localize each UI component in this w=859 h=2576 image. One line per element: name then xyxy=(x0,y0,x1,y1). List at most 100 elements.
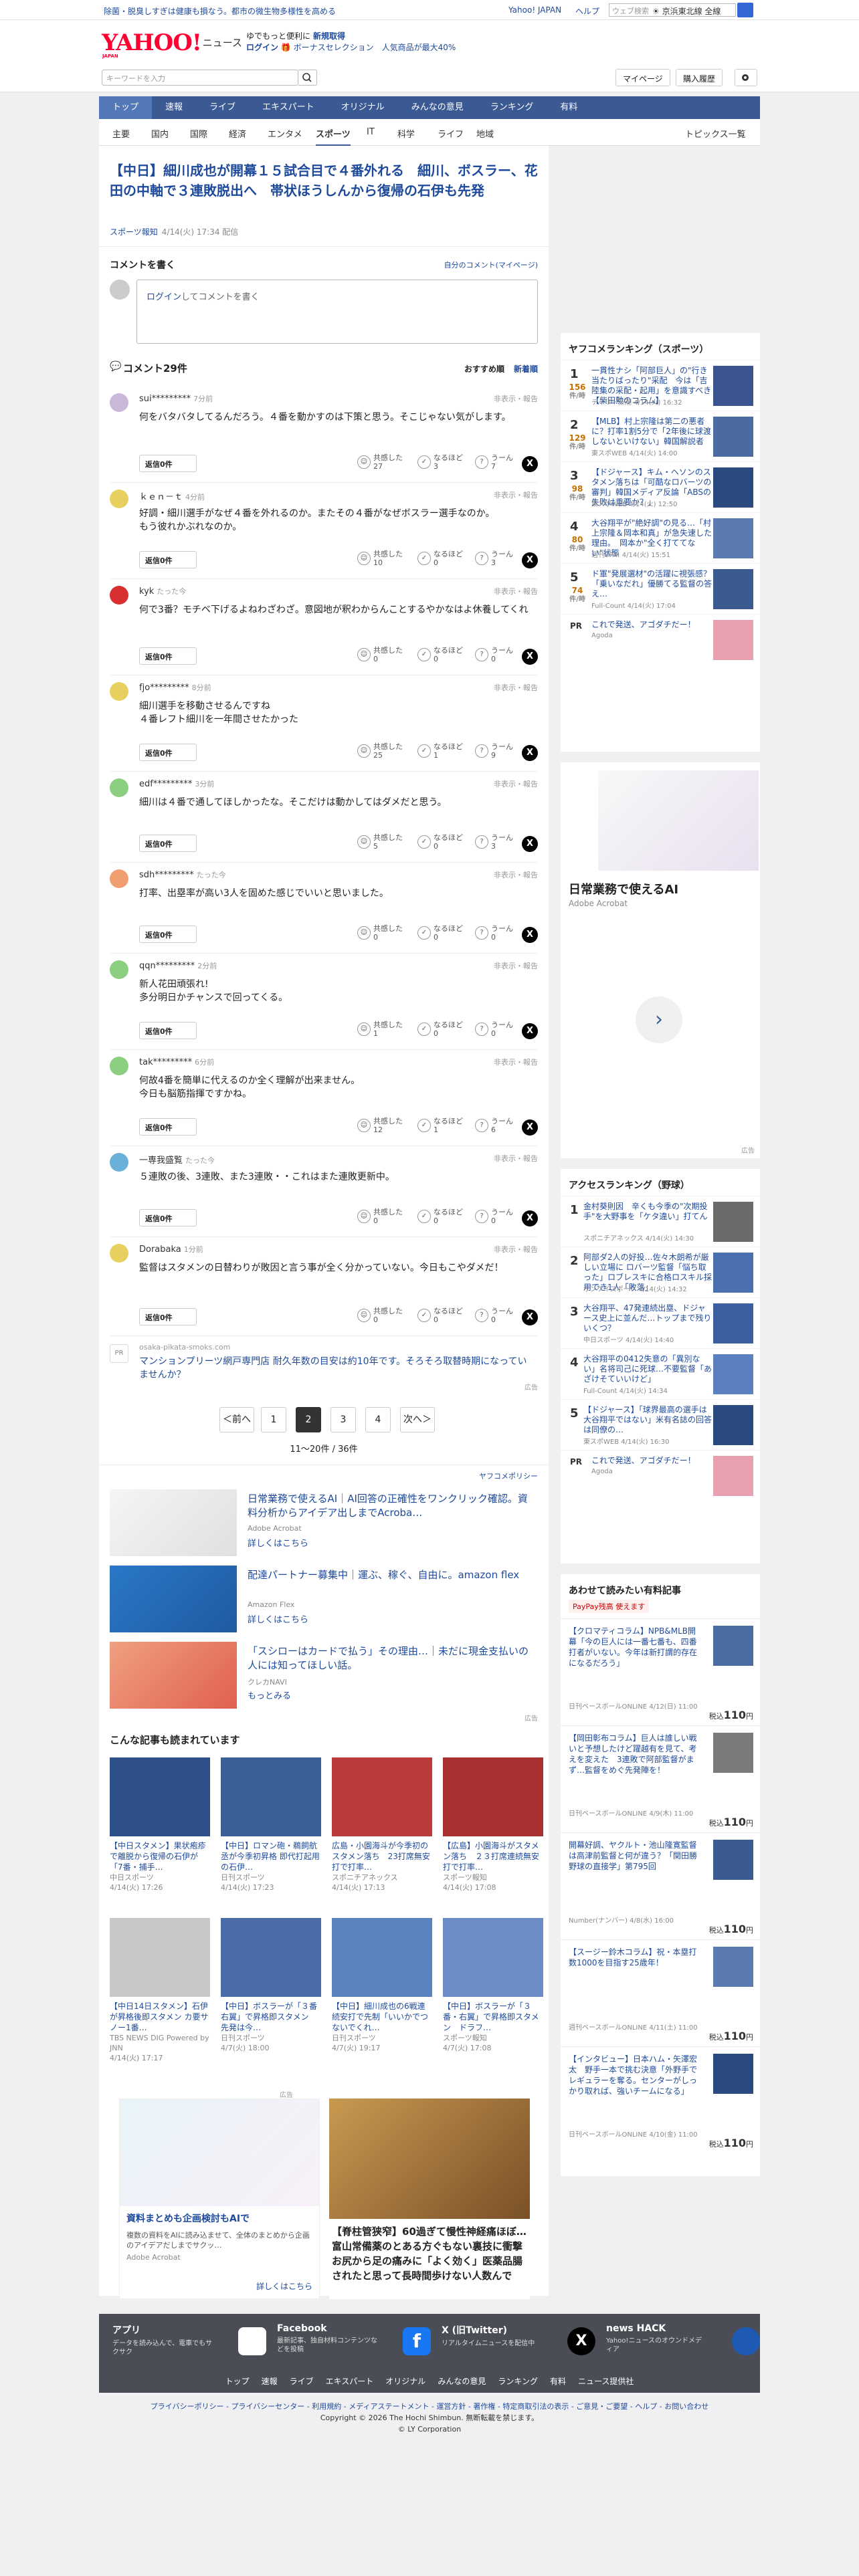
reply-button[interactable]: 返信0件 xyxy=(139,647,197,665)
related-article[interactable]: 【中日】ロマン砲・鵜飼航丞が今季初昇格 即代打起用の石伊… 日刊スポーツ 4/14(… xyxy=(221,1757,321,1893)
comment-ad[interactable]: PR osaka-pikata-smoks.com マンションプリーツ網戸専門店… xyxy=(110,1343,538,1392)
ad-title[interactable]: 日常業務で使えるAI｜AI回答の正確性をワンクリック確認。資料分析からアイデア出… xyxy=(248,1492,535,1520)
nav-tab-top[interactable]: トップ xyxy=(99,96,153,119)
ad-more-link[interactable]: 詳しくはこちら xyxy=(248,1536,308,1549)
reply-button[interactable]: 返信0件 xyxy=(139,744,197,761)
comment-author[interactable]: 一専我盛覧 たった今 xyxy=(139,1153,215,1166)
article-title[interactable]: 【中日】細川成也が開幕１５試合目で４番外れる 細川、ボスラー、花田の中軸で３連敗… xyxy=(110,160,538,201)
reply-button[interactable]: 返信0件 xyxy=(139,455,197,472)
comment-author[interactable]: sui********* 7分前 xyxy=(139,393,213,404)
like-button[interactable]: ☺ 共感した 0 xyxy=(357,1307,403,1324)
article-title[interactable]: 【中日】ボスラーが「３番・右翼」で昇格即スタメン ドラフ… xyxy=(443,2001,543,2033)
comment-input[interactable]: ログインしてコメントを書く xyxy=(136,280,538,344)
reply-button[interactable]: 返信0件 xyxy=(139,551,197,568)
hmm-button[interactable]: ? うーん 0 xyxy=(475,1307,513,1324)
bottom-ad-acrobat[interactable]: 資料まとめも企画検討もAIで 複数の資料をAIに読み込ませて、全体のまとめから企… xyxy=(119,2099,320,2299)
article-title[interactable]: 広島・小園海斗が今季初のスタメン落ち 23打席無安打で打率… xyxy=(332,1840,432,1872)
x-share-icon[interactable]: X xyxy=(522,927,538,943)
ranking-item[interactable]: 2 129 件/時 【MLB】村上宗隆は第二の悪者に？打率1割5分で「2年後に球渡しな… xyxy=(561,411,760,461)
nav-tab-opinions[interactable]: みんなの意見 xyxy=(398,96,477,119)
footer-facebook[interactable]: Facebook 最新記事、独自材料コンテンツなどを投稿 f xyxy=(277,2323,438,2355)
page-button-current[interactable]: 2 xyxy=(296,1407,321,1432)
nav-tab-paid[interactable]: 有料 xyxy=(547,96,591,119)
hmm-button[interactable]: ? うーん 0 xyxy=(475,1208,513,1225)
ad-more-link[interactable]: もっとみる xyxy=(248,1689,291,1701)
hide-report-link[interactable]: 非表示・報告 xyxy=(494,1153,538,1164)
reply-button[interactable]: 返信0件 xyxy=(139,1022,197,1039)
nav-tab-breaking[interactable]: 速報 xyxy=(152,96,196,119)
sponsored-item[interactable]: 日常業務で使えるAI｜AI回答の正確性をワンクリック確認。資料分析からアイデア出… xyxy=(110,1489,538,1563)
hide-report-link[interactable]: 非表示・報告 xyxy=(494,682,538,693)
article-title[interactable]: 【広島】小園海斗がスタメン落ち ２３打席連続無安打で打率… xyxy=(443,1840,543,1872)
paid-title[interactable]: 【クロマティコラム】NPB&MLB開幕「今の巨人には一番七番も、四番打者がいない… xyxy=(569,1626,701,1669)
access-item[interactable]: 2 阿部ダ2人の好投…佐々木朗希が厳しい立場に ロバーツ監督「悩ち取った」ロブレス… xyxy=(561,1247,760,1297)
topics-list-link[interactable]: トピックス一覧 xyxy=(685,127,746,140)
rank-title[interactable]: これで発送、アゴダチだー！ xyxy=(591,1456,712,1466)
ok-button[interactable]: ✓ なるほど 0 xyxy=(417,833,463,851)
ad-more-link[interactable]: 詳しくはこちら xyxy=(256,2280,312,2292)
hide-report-link[interactable]: 非表示・報告 xyxy=(494,960,538,971)
rank-title[interactable]: ド軍"発展選材"の活躍に視張感？「乗いなだれ」優勝てる監督の答え… xyxy=(591,569,712,599)
sort-newest[interactable]: 新着順 xyxy=(514,364,538,374)
x-share-icon[interactable]: X xyxy=(522,1309,538,1325)
footer-link[interactable]: オリジナル xyxy=(385,2377,425,2386)
related-article[interactable]: 【広島】小園海斗がスタメン落ち ２３打席連続無安打で打率… スポーツ報知 4/14(… xyxy=(443,1757,543,1893)
my-comments-link[interactable]: 自分のコメント(マイページ) xyxy=(444,259,538,270)
ad-title[interactable]: マンションプリーツ網戸専門店 耐久年数の目安は約10年です。そろそろ取替時期にな… xyxy=(139,1355,534,1382)
ok-button[interactable]: ✓ なるほど 0 xyxy=(417,550,463,567)
nav-tab-ranking[interactable]: ランキング xyxy=(477,96,547,119)
footer-x[interactable]: X (旧Twitter) リアルタイムニュースを配信中 X xyxy=(442,2323,602,2355)
hide-report-link[interactable]: 非表示・報告 xyxy=(494,778,538,789)
category-entertainment[interactable]: エンタメ xyxy=(268,127,302,140)
comment-author[interactable]: ｋｅｎ－ｔ 4分前 xyxy=(139,490,205,502)
top-promo-link[interactable]: 除菌・脱臭しすぎは健康も損なう。都市の微生物多様性を高める xyxy=(104,5,336,17)
footer-link[interactable]: 有料 xyxy=(550,2377,566,2386)
page-button[interactable]: 3 xyxy=(330,1407,356,1432)
category-life[interactable]: ライフ xyxy=(438,127,464,140)
related-article[interactable]: 【中日】ボスラーが「３番右翼」で昇格即スタメン 先発は今… 日刊スポーツ 4/7(火… xyxy=(221,1918,321,2053)
paid-title[interactable]: 【インタビュー】日本ハム・矢澤宏太 野手一本で挑む決意「外野手でレギュラーを奪る… xyxy=(569,2054,701,2097)
category-science[interactable]: 科学 xyxy=(397,127,415,140)
article-title[interactable]: 【中日14日スタメン】石伊が昇格後即スタメン カ要サノー1番… xyxy=(110,2001,210,2033)
reply-button[interactable]: 返信0件 xyxy=(139,1118,197,1136)
access-pr[interactable]: PR これで発送、アゴダチだー！ Agoda xyxy=(561,1450,760,1497)
like-button[interactable]: ☺ 共感した 1 xyxy=(357,1021,403,1038)
related-article[interactable]: 【中日14日スタメン】石伊が昇格後即スタメン カ要サノー1番… TBS NEWS … xyxy=(110,1918,210,2063)
nav-tab-live[interactable]: ライブ xyxy=(196,96,249,119)
like-button[interactable]: ☺ 共感した 10 xyxy=(357,550,403,567)
related-article[interactable]: 広島・小園海斗が今季初のスタメン落ち 23打席無安打で打率… スポニチアネックス 4… xyxy=(332,1757,432,1893)
yahoo-japan-link[interactable]: Yahoo! JAPAN xyxy=(508,5,561,15)
reply-button[interactable]: 返信0件 xyxy=(139,1209,197,1226)
x-share-icon[interactable]: X xyxy=(522,456,538,472)
x-share-icon[interactable]: X xyxy=(522,1023,538,1039)
hide-report-link[interactable]: 非表示・報告 xyxy=(494,1057,538,1067)
footer-link[interactable]: トップ xyxy=(225,2377,250,2386)
hide-report-link[interactable]: 非表示・報告 xyxy=(494,1244,538,1255)
access-item[interactable]: 5 【ドジャース】「球界最高の選手は大谷翔平ではない」米有名誌の回答は同僚の… 東ス… xyxy=(561,1399,760,1450)
prev-page-button[interactable]: ＜前へ xyxy=(219,1407,254,1432)
rank-title[interactable]: 金村葵則因 辛くも今季の"次期投手"を大野事を「ケタ違い」打てん xyxy=(583,1202,712,1222)
footer-link[interactable]: ニュース提供社 xyxy=(578,2377,634,2386)
paid-item[interactable]: 開幕好調、ヤクルト・池山隆寛監督は高津前監督と何が違う？「関田勝 野球の直接学」… xyxy=(561,1832,760,1939)
paid-item[interactable]: 【クロマティコラム】NPB&MLB開幕「今の巨人には一番七番も、四番打者がいない… xyxy=(561,1618,760,1725)
ok-button[interactable]: ✓ なるほど 1 xyxy=(417,1117,463,1134)
comment-author[interactable]: kyk たった今 xyxy=(139,586,186,597)
article-source[interactable]: スポーツ報知 4/14(火) 17:34 配信 xyxy=(110,226,238,237)
footer-link[interactable]: 速報 xyxy=(262,2377,278,2386)
help-link[interactable]: ヘルプ xyxy=(575,5,599,17)
reply-button[interactable]: 返信0件 xyxy=(139,926,197,943)
x-share-icon[interactable]: X xyxy=(522,745,538,761)
rank-title[interactable]: これで発送、アゴダチだー！ xyxy=(591,620,712,630)
ok-button[interactable]: ✓ なるほど 0 xyxy=(417,1021,463,1038)
article-title[interactable]: 【中日】ロマン砲・鵜飼航丞が今季初昇格 即代打起用の石伊… xyxy=(221,1840,321,1872)
hmm-button[interactable]: ? うーん 3 xyxy=(475,550,513,567)
footer-app[interactable]: アプリ データを読み込んで、電車でもサクサク xyxy=(112,2323,273,2357)
comment-author[interactable]: sdh********* たった今 xyxy=(139,869,226,880)
nav-tab-original[interactable]: オリジナル xyxy=(328,96,398,119)
yahoo-logo[interactable]: YAHOO! ニュース xyxy=(102,29,242,56)
ok-button[interactable]: ✓ なるほど 0 xyxy=(417,924,463,942)
purchase-history-button[interactable]: 購入履歴 xyxy=(676,69,723,86)
ranking-item[interactable]: 5 74 件/時 ド軍"発展選材"の活躍に視張感？「乗いなだれ」優勝てる監督の答え… F… xyxy=(561,563,760,614)
category-region[interactable]: 地域 xyxy=(476,127,494,140)
access-item[interactable]: 1 金村葵則因 辛くも今季の"次期投手"を大野事を「ケタ違い」打てん スポニチアネッ… xyxy=(561,1196,760,1247)
